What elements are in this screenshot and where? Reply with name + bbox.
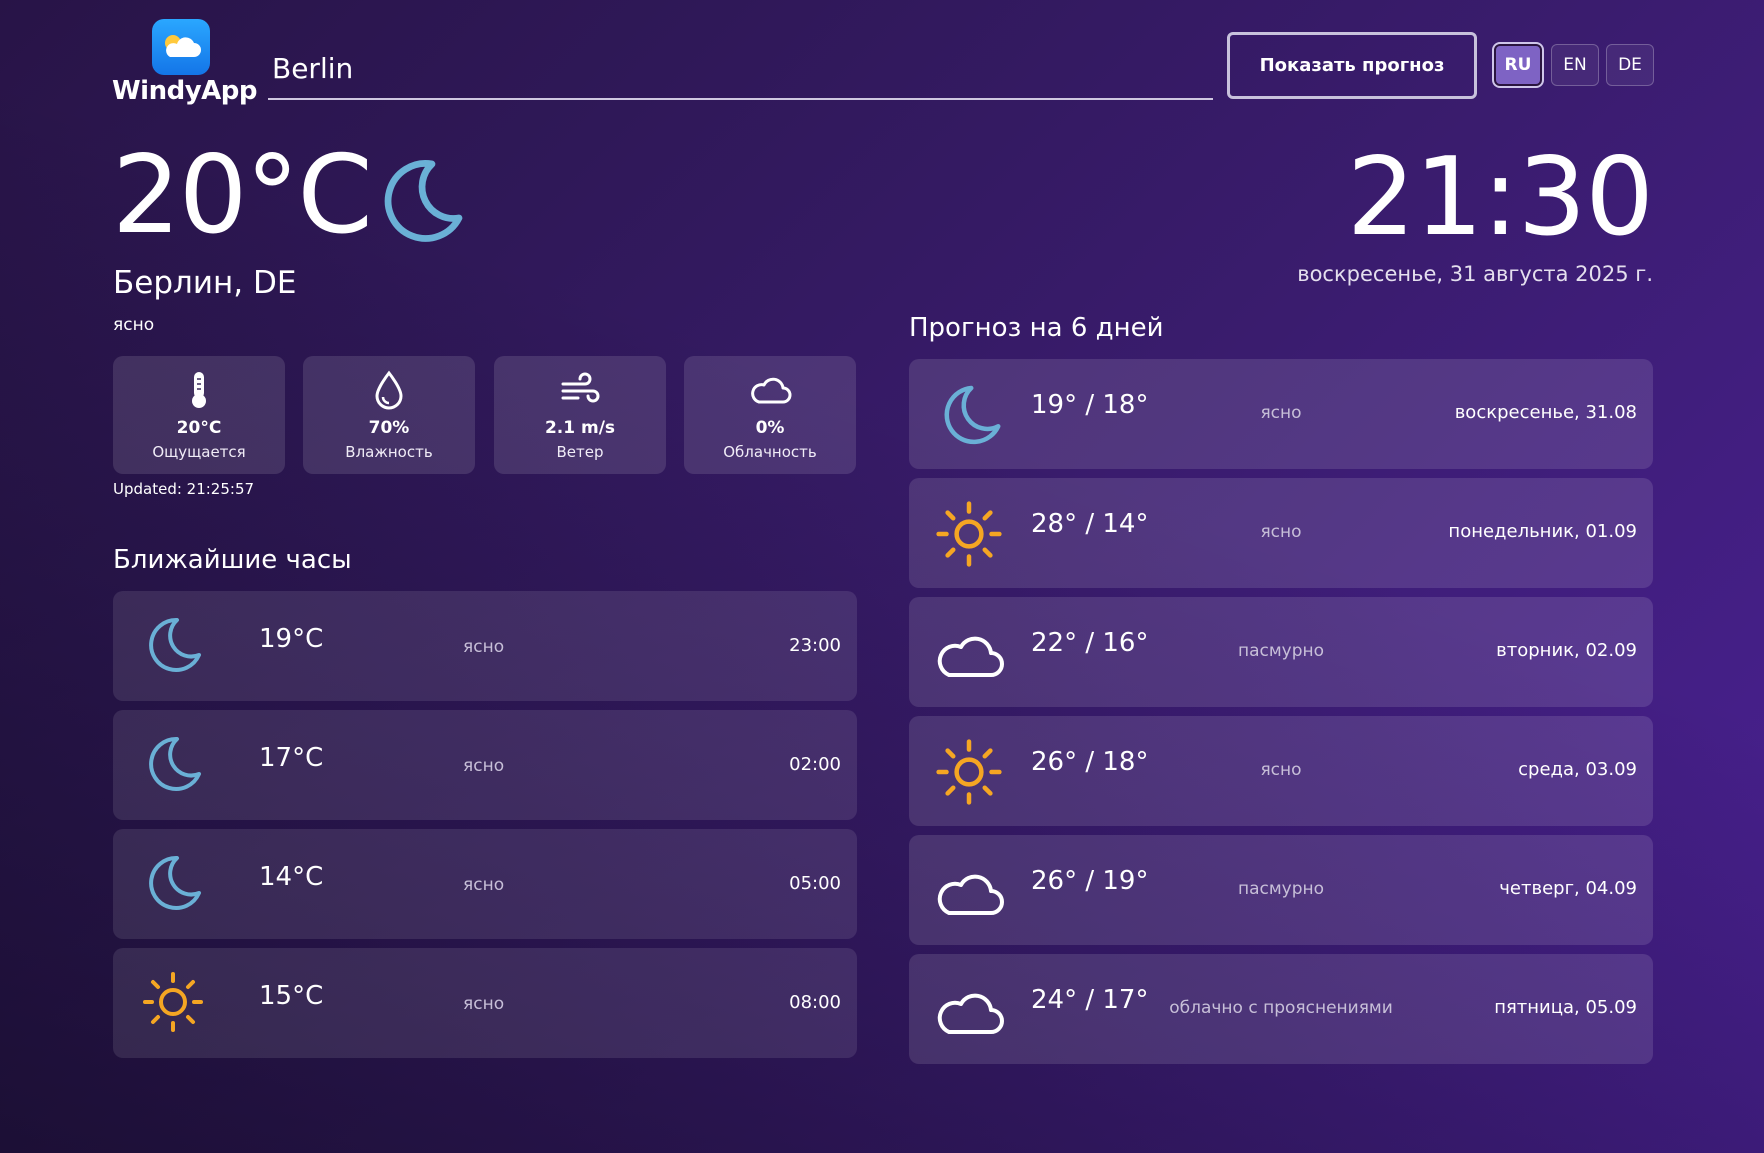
droplet-icon [375, 370, 403, 410]
stat-humidity: 70% Влажность [303, 356, 475, 474]
hourly-desc: ясно [463, 637, 505, 657]
stat-value: 70% [368, 418, 410, 438]
daily-row: 26° / 18° ясно среда, 03.09 [909, 716, 1653, 826]
daily-temp: 19° / 18° [1031, 390, 1149, 420]
current-date: воскресенье, 31 августа 2025 г. [1297, 262, 1653, 286]
show-forecast-button[interactable]: Показать прогноз [1227, 32, 1477, 99]
daily-day: понедельник, 01.09 [1448, 521, 1637, 542]
daily-title: Прогноз на 6 дней [909, 313, 1164, 343]
daily-temp: 26° / 18° [1031, 747, 1149, 777]
sun-icon [141, 970, 205, 1038]
lang-de-button[interactable]: DE [1606, 44, 1654, 86]
daily-temp: 26° / 19° [1031, 866, 1149, 896]
moon-icon [372, 152, 468, 252]
stat-label: Влажность [345, 443, 433, 461]
hourly-desc: ясно [463, 875, 505, 895]
daily-temp: 22° / 16° [1031, 628, 1149, 658]
hourly-row: 15°C ясно 08:00 [113, 948, 857, 1058]
current-time: 21:30 [1346, 135, 1654, 260]
hourly-title: Ближайшие часы [113, 545, 352, 575]
daily-row: 26° / 19° пасмурно четверг, 04.09 [909, 835, 1653, 945]
daily-row: 19° / 18° ясно воскресенье, 31.08 [909, 359, 1653, 469]
daily-row: 22° / 16° пасмурно вторник, 02.09 [909, 597, 1653, 707]
daily-day: пятница, 05.09 [1494, 997, 1637, 1018]
cloud-icon [933, 617, 1009, 693]
stat-value: 20°C [176, 418, 222, 438]
hourly-time: 02:00 [789, 754, 841, 775]
stat-wind: 2.1 m/s Ветер [494, 356, 666, 474]
daily-day: вторник, 02.09 [1496, 640, 1637, 661]
sun-icon [933, 736, 1005, 812]
cloud-icon [933, 974, 1009, 1050]
moon-icon [933, 379, 1005, 455]
hourly-row: 14°C ясно 05:00 [113, 829, 857, 939]
stat-feels-like: 20°C Ощущается [113, 356, 285, 474]
daily-row: 28° / 14° ясно понедельник, 01.09 [909, 478, 1653, 588]
daily-day: среда, 03.09 [1518, 759, 1637, 780]
hourly-temp: 15°C [259, 981, 324, 1011]
daily-day: воскресенье, 31.08 [1454, 402, 1637, 423]
daily-row: 24° / 17° облачно с прояснениями пятница… [909, 954, 1653, 1064]
lang-ru-button[interactable]: RU [1494, 44, 1542, 86]
moon-icon [141, 851, 205, 919]
daily-temp: 28° / 14° [1031, 509, 1149, 539]
cloud-icon [933, 855, 1009, 931]
wind-icon [561, 372, 600, 403]
app-name: WindyApp [112, 76, 258, 106]
current-location: Берлин, DE [113, 265, 297, 301]
current-temperature: 20°C [112, 133, 373, 258]
stat-label: Ветер [556, 443, 604, 461]
hourly-time: 05:00 [789, 873, 841, 894]
lang-en-button[interactable]: EN [1551, 44, 1599, 86]
hourly-time: 23:00 [789, 635, 841, 656]
thermometer-icon [192, 372, 206, 408]
stat-value: 0% [755, 418, 785, 438]
stat-cloudiness: 0% Облачность [684, 356, 856, 474]
sun-cloud-icon [165, 35, 201, 57]
stat-label: Облачность [723, 443, 817, 461]
app-logo [152, 19, 210, 75]
daily-temp: 24° / 17° [1031, 985, 1149, 1015]
stat-value: 2.1 m/s [544, 418, 616, 438]
hourly-temp: 14°C [259, 862, 324, 892]
hourly-time: 08:00 [789, 992, 841, 1013]
moon-icon [141, 613, 205, 681]
hourly-temp: 19°C [259, 624, 324, 654]
hourly-row: 19°C ясно 23:00 [113, 591, 857, 701]
stat-label: Ощущается [152, 443, 246, 461]
moon-icon [141, 732, 205, 800]
hourly-desc: ясно [463, 756, 505, 776]
updated-time: Updated: 21:25:57 [113, 480, 255, 498]
city-input[interactable] [268, 38, 1213, 100]
hourly-desc: ясно [463, 994, 505, 1014]
current-description: ясно [113, 315, 155, 335]
hourly-temp: 17°C [259, 743, 324, 773]
daily-day: четверг, 04.09 [1499, 878, 1637, 899]
sun-icon [933, 498, 1005, 574]
cloud-icon [751, 377, 792, 404]
hourly-row: 17°C ясно 02:00 [113, 710, 857, 820]
